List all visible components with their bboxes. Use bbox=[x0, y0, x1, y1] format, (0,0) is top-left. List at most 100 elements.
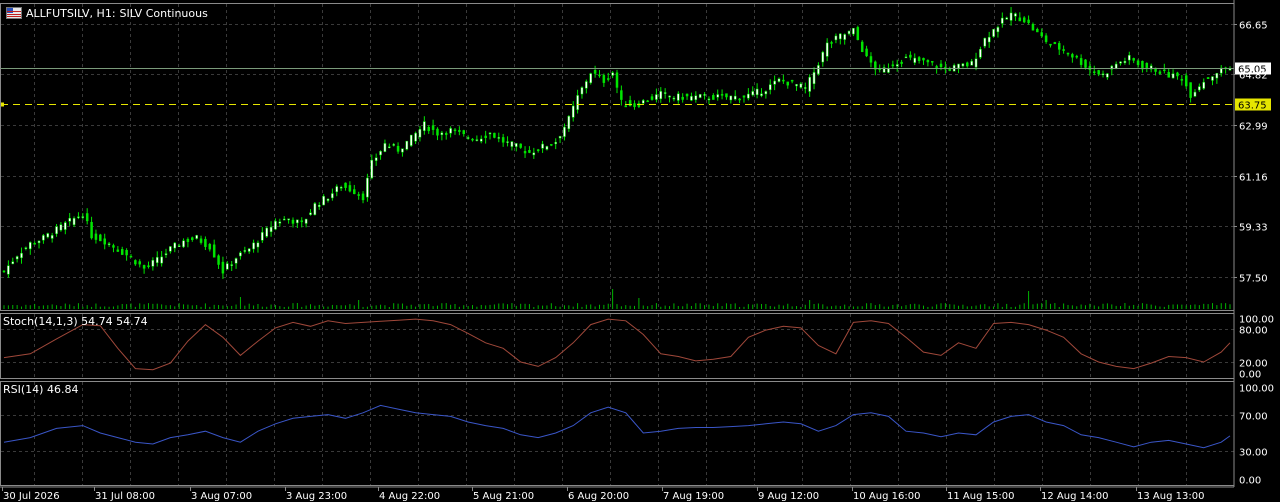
candle-body bbox=[1176, 72, 1179, 77]
candle-body bbox=[1009, 12, 1013, 21]
candle-body bbox=[821, 51, 825, 63]
candle-body bbox=[72, 218, 76, 226]
time-tick-label: 3 Aug 07:00 bbox=[191, 491, 252, 502]
candle-body bbox=[497, 137, 501, 139]
candle-body bbox=[11, 261, 15, 265]
candle-body bbox=[515, 143, 518, 147]
candle-body bbox=[287, 218, 290, 221]
candle-body bbox=[992, 29, 995, 37]
time-tick-label: 9 Aug 12:00 bbox=[758, 491, 819, 502]
candle-body bbox=[313, 203, 317, 215]
candle-body bbox=[226, 263, 229, 270]
candle-body bbox=[996, 27, 1000, 33]
candle-body bbox=[755, 88, 759, 96]
candle-body bbox=[252, 242, 255, 250]
candle-body bbox=[156, 257, 159, 263]
candle-body bbox=[55, 226, 58, 235]
candle-body bbox=[799, 83, 803, 88]
candle-body bbox=[1079, 58, 1083, 65]
candle-body bbox=[449, 128, 452, 134]
candle-body bbox=[296, 219, 299, 224]
chart-area[interactable]: 65.0563.75 66.6564.8262.9961.1659.3357.5… bbox=[0, 0, 1280, 502]
candle-body bbox=[46, 233, 50, 238]
candle-body bbox=[519, 143, 522, 148]
stoch-tick-label: 100.00 bbox=[1239, 315, 1274, 326]
candle-body bbox=[672, 97, 676, 100]
candle-body bbox=[909, 54, 912, 58]
candle-body bbox=[1075, 55, 1078, 58]
candle-body bbox=[1202, 82, 1205, 89]
candle-body bbox=[931, 61, 934, 63]
candle-body bbox=[208, 244, 212, 250]
candle-body bbox=[895, 64, 899, 67]
candle-body bbox=[99, 234, 102, 242]
candle-body bbox=[383, 143, 387, 152]
candle-body bbox=[331, 193, 334, 199]
candle-body bbox=[1101, 73, 1105, 75]
candle-body bbox=[729, 95, 733, 101]
candle-body bbox=[112, 245, 115, 248]
price-tick-label: 57.50 bbox=[1239, 274, 1268, 285]
candle-body bbox=[20, 252, 23, 259]
alert-price-label: 63.75 bbox=[1238, 101, 1267, 112]
candle-body bbox=[1066, 52, 1070, 55]
candle-body bbox=[1071, 54, 1074, 58]
candle-body bbox=[655, 94, 658, 100]
candle-body bbox=[1097, 70, 1100, 75]
candle-body bbox=[37, 240, 41, 244]
candle-body bbox=[239, 252, 242, 257]
candle-body bbox=[85, 213, 89, 222]
chart-header: ALLFUTSILV, H1: SILV Continuous bbox=[6, 5, 208, 21]
price-tick-label: 61.16 bbox=[1239, 173, 1268, 184]
candle-body bbox=[843, 34, 846, 40]
candle-body bbox=[501, 137, 505, 143]
candle-body bbox=[567, 116, 571, 130]
candle-body bbox=[628, 100, 632, 107]
candle-body bbox=[396, 145, 400, 152]
candle-body bbox=[81, 216, 85, 218]
candle-body bbox=[1106, 73, 1109, 78]
candle-body bbox=[970, 61, 973, 66]
candle-body bbox=[261, 232, 264, 241]
candle-body bbox=[615, 72, 619, 88]
candle-body bbox=[738, 98, 741, 101]
candle-body bbox=[830, 42, 833, 44]
candle-body bbox=[366, 177, 369, 198]
candle-body bbox=[742, 95, 746, 98]
candle-body bbox=[1211, 76, 1214, 81]
stoch-tick-label: 80.00 bbox=[1239, 326, 1268, 337]
price-tick-label: 64.82 bbox=[1239, 71, 1268, 82]
candle-body bbox=[326, 198, 330, 201]
candle-body bbox=[436, 128, 439, 136]
candle-body bbox=[506, 141, 509, 143]
candle-body bbox=[300, 220, 303, 223]
candle-body bbox=[1123, 60, 1127, 63]
candle-body bbox=[1215, 73, 1219, 79]
candle-body bbox=[466, 137, 470, 139]
candle-body bbox=[598, 74, 601, 77]
candle-body bbox=[558, 136, 562, 139]
candle-body bbox=[418, 129, 422, 138]
candle-body bbox=[922, 57, 925, 61]
price-tick-label: 59.33 bbox=[1239, 223, 1268, 234]
candle-body bbox=[348, 185, 352, 192]
candle-body bbox=[751, 91, 754, 96]
candle-body bbox=[571, 105, 575, 118]
candle-body bbox=[33, 243, 36, 245]
candle-body bbox=[869, 56, 873, 63]
candle-body bbox=[480, 138, 483, 142]
candle-body bbox=[423, 121, 426, 131]
candle-body bbox=[865, 48, 868, 57]
candle-body bbox=[50, 235, 54, 239]
candle-body bbox=[120, 249, 124, 255]
candle-body bbox=[304, 218, 308, 224]
stoch-tick-label: 0.00 bbox=[1239, 370, 1261, 381]
candle-body bbox=[974, 58, 978, 68]
pane-border bbox=[0, 313, 1235, 379]
candle-body bbox=[979, 49, 982, 58]
candle-body bbox=[1031, 24, 1035, 31]
axes bbox=[0, 0, 1237, 491]
candle-body bbox=[716, 94, 719, 98]
rsi-tick-label: 100.00 bbox=[1239, 384, 1274, 395]
candle-body bbox=[151, 260, 155, 267]
